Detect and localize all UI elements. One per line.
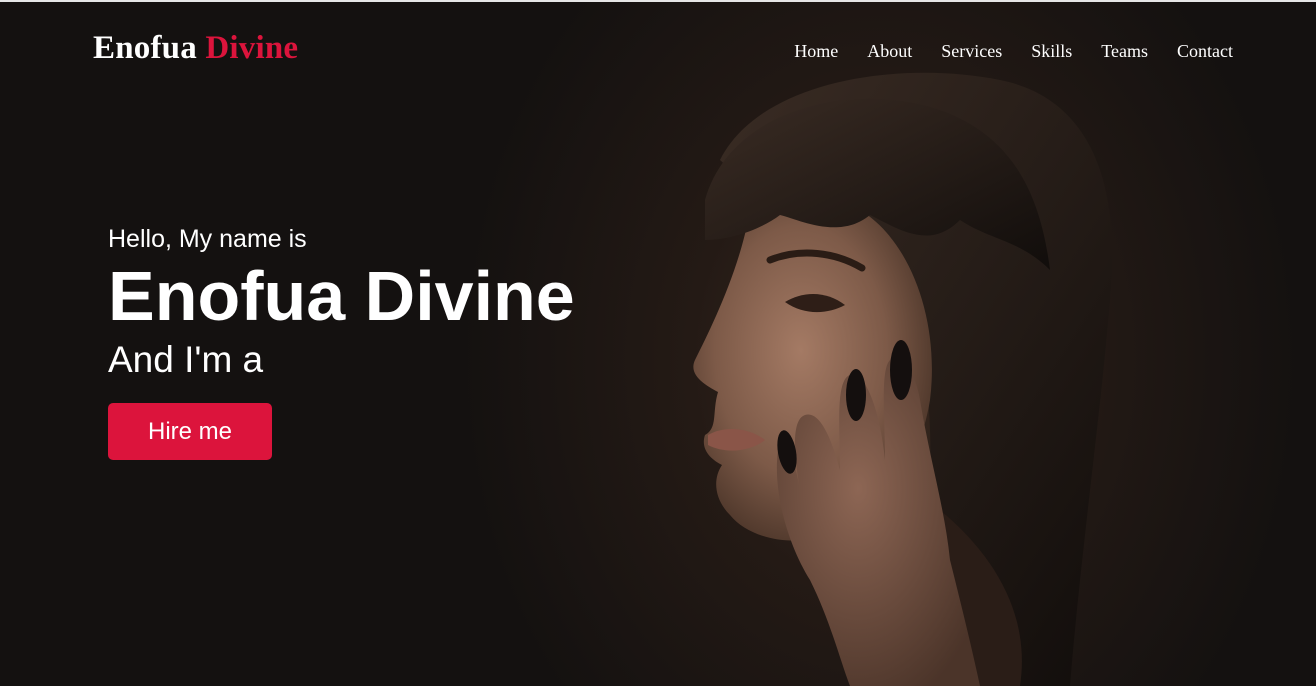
nav-link-home[interactable]: Home bbox=[794, 41, 838, 61]
hero-role: And I'm a bbox=[108, 339, 264, 380]
nav-link-services[interactable]: Services bbox=[941, 41, 1002, 61]
nav-item-teams: Teams bbox=[1101, 41, 1148, 62]
nav-item-contact: Contact bbox=[1177, 41, 1233, 62]
brand-logo[interactable]: Enofua Divine bbox=[93, 30, 298, 67]
nav-item-about: About bbox=[867, 41, 912, 62]
portrait-image bbox=[693, 72, 1113, 686]
nav-item-services: Services bbox=[941, 41, 1002, 62]
hire-me-button[interactable]: Hire me bbox=[108, 403, 272, 460]
nav-item-skills: Skills bbox=[1031, 41, 1072, 62]
nav-link-teams[interactable]: Teams bbox=[1101, 41, 1148, 61]
nav-menu: Home About Services Skills Teams Contact bbox=[794, 41, 1233, 62]
nav-link-contact[interactable]: Contact bbox=[1177, 41, 1233, 61]
brand-name-accent: Divine bbox=[205, 30, 299, 66]
hero-section: Hello, My name is Enofua Divine And I'm … bbox=[108, 222, 575, 460]
hero-page: Enofua Divine Home About Services Skills… bbox=[0, 0, 1316, 686]
nav-link-about[interactable]: About bbox=[867, 41, 912, 61]
hero-greeting: Hello, My name is bbox=[108, 225, 307, 253]
nav-link-skills[interactable]: Skills bbox=[1031, 41, 1072, 61]
hero-name: Enofua Divine bbox=[108, 257, 575, 335]
nav-item-home: Home bbox=[794, 41, 838, 62]
brand-name-first: Enofua bbox=[93, 30, 197, 66]
navbar: Enofua Divine Home About Services Skills… bbox=[0, 0, 1316, 104]
